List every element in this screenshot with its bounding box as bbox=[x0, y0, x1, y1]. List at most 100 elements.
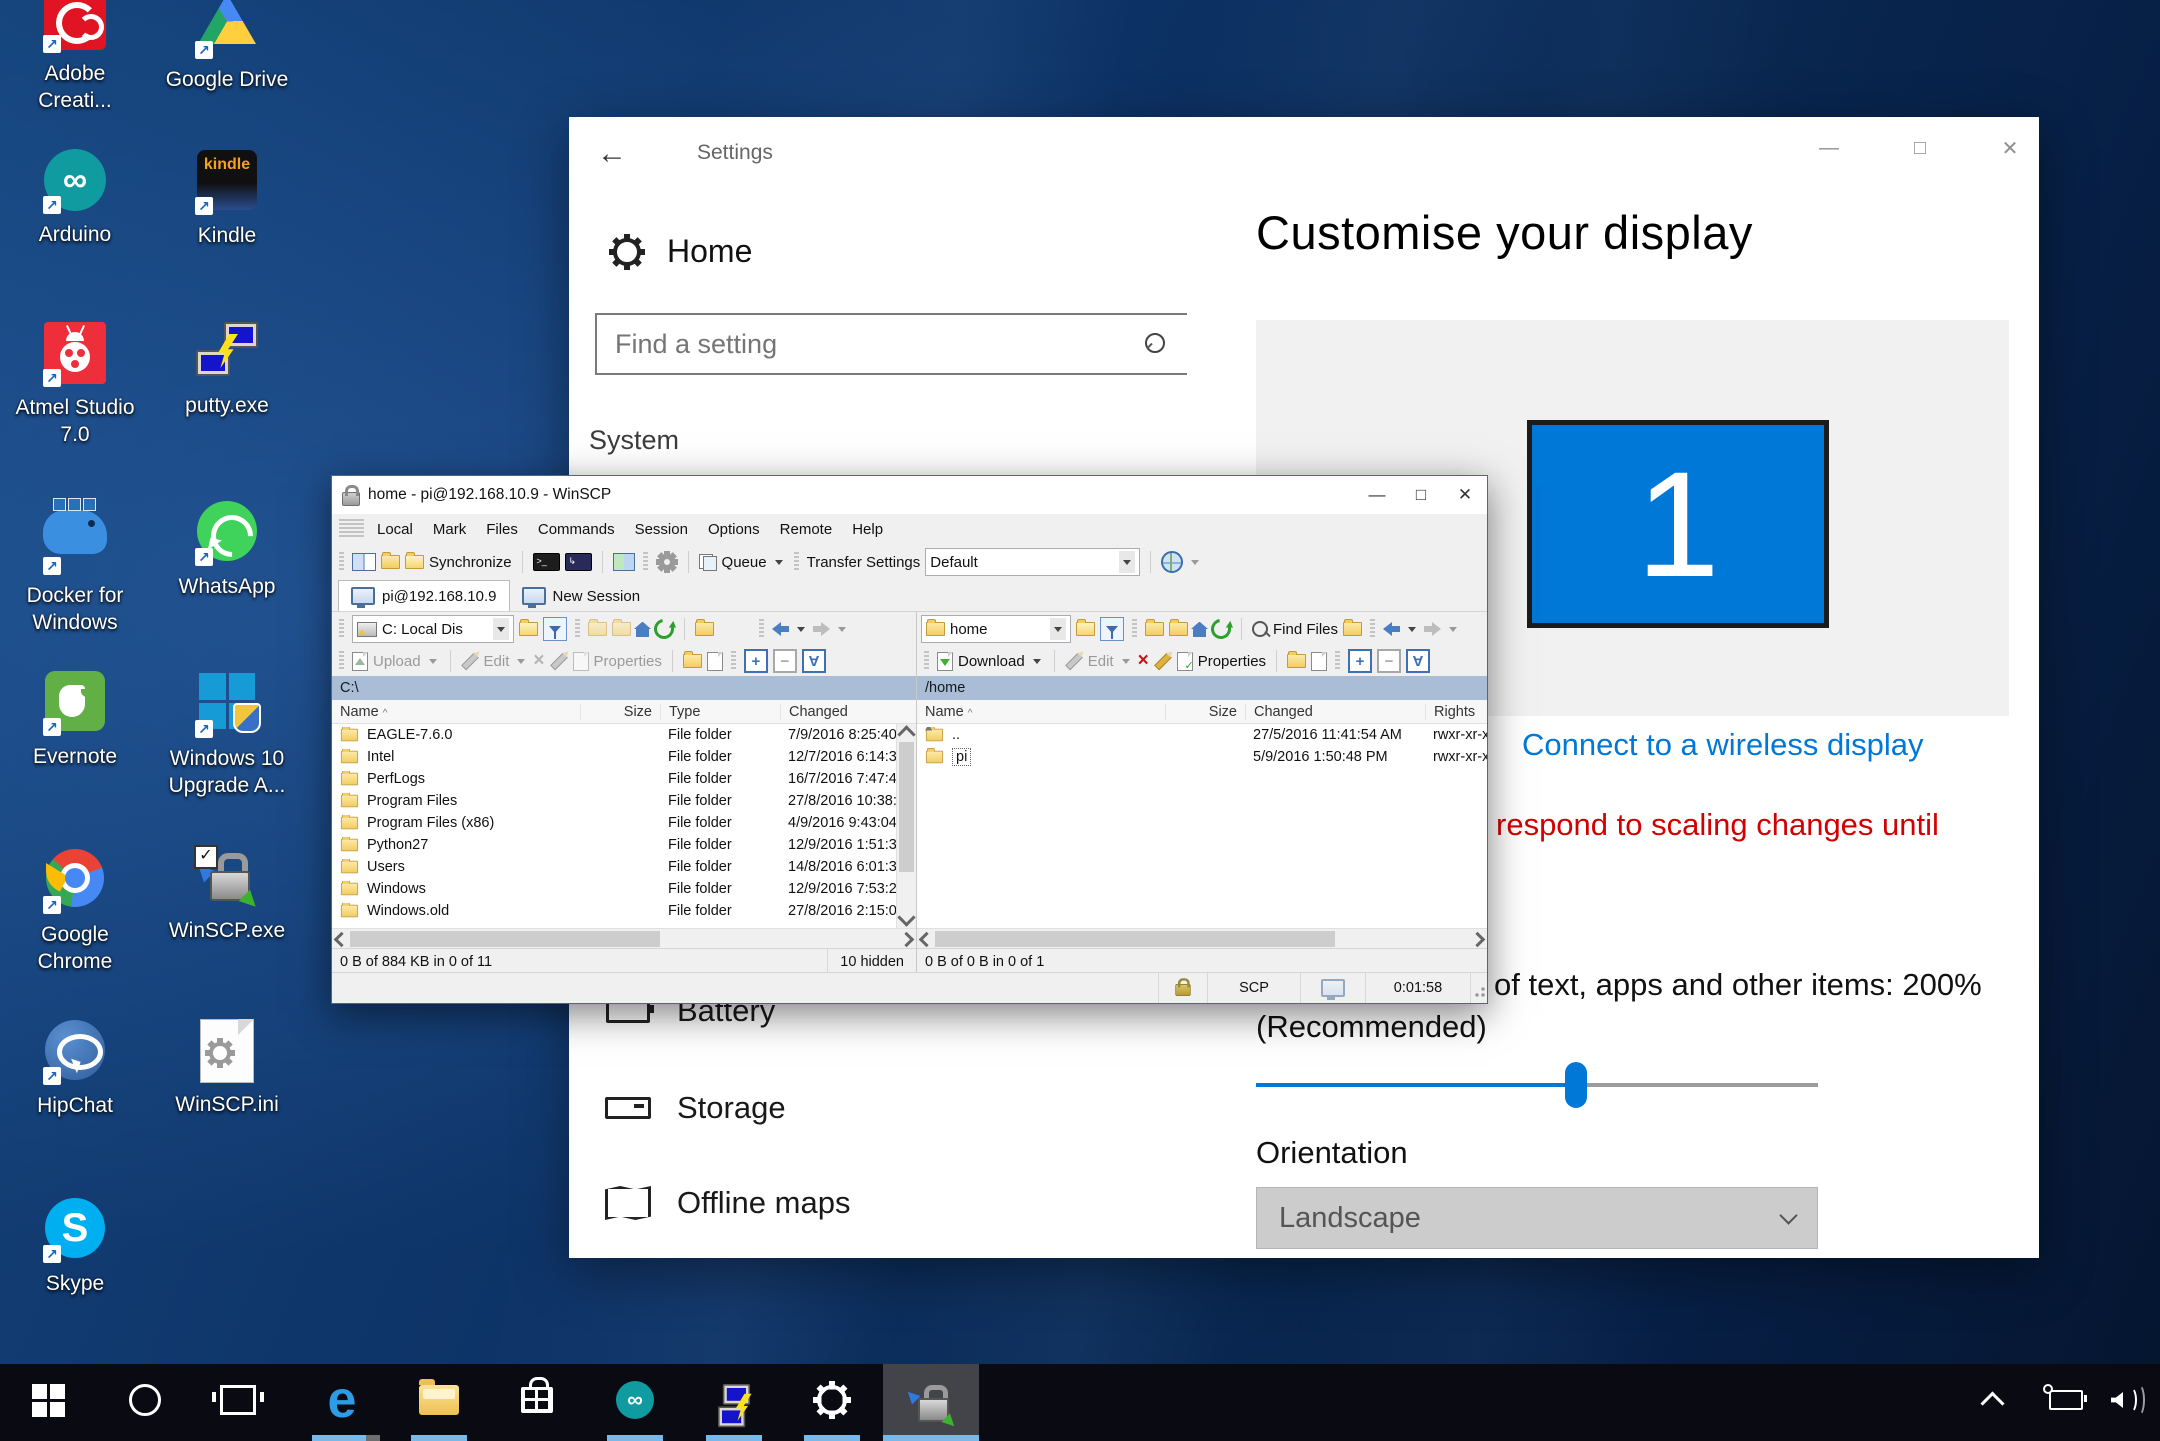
menu-commands[interactable]: Commands bbox=[528, 521, 625, 538]
tray-show-hidden-icons[interactable] bbox=[1957, 1364, 2027, 1436]
settings-home[interactable]: Home bbox=[609, 233, 752, 270]
column-changed[interactable]: Changed bbox=[1245, 704, 1425, 720]
column-size[interactable]: Size bbox=[1165, 704, 1245, 720]
synchronize-button[interactable]: Synchronize bbox=[429, 554, 512, 571]
layout-icon[interactable] bbox=[352, 553, 376, 571]
tray-volume[interactable] bbox=[2098, 1364, 2158, 1436]
back-history-caret[interactable] bbox=[797, 627, 805, 632]
tree-icon[interactable] bbox=[695, 622, 714, 636]
taskbar-putty[interactable] bbox=[686, 1364, 782, 1436]
taskbar-edge[interactable]: e bbox=[294, 1364, 390, 1436]
remote-dir-combo[interactable]: home bbox=[921, 615, 1071, 643]
desktop-icon-adobe-creative-cloud[interactable]: AdobeCreati... bbox=[0, 0, 150, 114]
desktop-icon-windows10-upgrade[interactable]: Windows 10Upgrade A... bbox=[152, 668, 302, 799]
select-minus-icon[interactable]: − bbox=[773, 649, 797, 673]
column-rights[interactable]: Rights bbox=[1425, 704, 1487, 720]
open-folder-icon[interactable] bbox=[1076, 622, 1095, 636]
edit-button[interactable]: Edit bbox=[484, 653, 510, 670]
filter-icon[interactable] bbox=[543, 617, 567, 641]
tray-battery[interactable] bbox=[2030, 1364, 2102, 1436]
session-tab-active[interactable]: pi@192.168.10.9 bbox=[338, 580, 510, 611]
new-session-tab[interactable]: New Session bbox=[510, 581, 653, 611]
taskbar-winscp-active[interactable] bbox=[883, 1364, 979, 1441]
preferences-gear-icon[interactable] bbox=[656, 551, 678, 573]
properties-button[interactable]: Properties bbox=[594, 653, 662, 670]
file-row[interactable]: UsersFile folder14/8/2016 6:01:3 bbox=[332, 856, 916, 878]
select-minus-icon[interactable]: − bbox=[1377, 649, 1401, 673]
select-plus-icon[interactable]: + bbox=[744, 649, 768, 673]
file-row[interactable]: Windows.oldFile folder27/8/2016 2:15:0 bbox=[332, 900, 916, 922]
console-lightning-icon[interactable]: ↳ bbox=[565, 553, 592, 571]
upload-button[interactable]: Upload bbox=[373, 653, 421, 670]
monitor-1[interactable]: 1 bbox=[1527, 420, 1829, 628]
scaling-slider[interactable] bbox=[1256, 1083, 1818, 1087]
desktop-icon-evernote[interactable]: Evernote bbox=[0, 668, 150, 770]
close-button[interactable]: ✕ bbox=[1443, 480, 1487, 510]
menu-files[interactable]: Files bbox=[476, 521, 528, 538]
desktop-icon-skype[interactable]: S Skype bbox=[0, 1195, 150, 1297]
horizontal-scrollbar[interactable] bbox=[332, 928, 916, 949]
desktop-icon-winscp-ini[interactable]: WinSCP.ini bbox=[152, 1017, 302, 1118]
parent-dir-icon[interactable] bbox=[1145, 622, 1164, 636]
sidebar-item-storage[interactable]: Storage bbox=[605, 1090, 786, 1126]
file-row[interactable]: EAGLE-7.6.0File folder7/9/2016 8:25:40 bbox=[332, 724, 916, 746]
refresh-icon[interactable] bbox=[1207, 615, 1235, 643]
globe-dropdown-caret[interactable] bbox=[1191, 560, 1199, 565]
orientation-dropdown[interactable]: Landscape bbox=[1256, 1187, 1818, 1249]
forward-icon[interactable] bbox=[813, 622, 830, 636]
menu-remote[interactable]: Remote bbox=[770, 521, 843, 538]
properties-button[interactable]: Properties bbox=[1198, 653, 1266, 670]
file-row[interactable]: Python27File folder12/9/2016 1:51:3 bbox=[332, 834, 916, 856]
delete-icon[interactable]: × bbox=[533, 650, 544, 672]
start-button[interactable] bbox=[0, 1364, 96, 1436]
back-icon[interactable] bbox=[772, 622, 789, 636]
vertical-scrollbar[interactable] bbox=[896, 724, 916, 928]
column-size[interactable]: Size bbox=[580, 704, 660, 720]
resize-grip[interactable] bbox=[1470, 973, 1487, 1003]
copy-icon[interactable] bbox=[707, 652, 723, 671]
local-path-bar[interactable]: C:\ bbox=[332, 676, 916, 700]
copy-icon[interactable] bbox=[1311, 652, 1327, 671]
forward-icon[interactable] bbox=[1424, 622, 1441, 636]
local-drive-combo[interactable]: C: Local Dis bbox=[352, 615, 514, 643]
menu-session[interactable]: Session bbox=[625, 521, 698, 538]
column-type[interactable]: Type bbox=[660, 704, 780, 720]
parent-dir-icon[interactable] bbox=[588, 622, 607, 636]
desktop-icon-atmel-studio[interactable]: Atmel Studio7.0 bbox=[0, 320, 150, 448]
maximize-button[interactable]: □ bbox=[1399, 480, 1443, 510]
filter-icon[interactable] bbox=[1100, 617, 1124, 641]
desktop-icon-docker[interactable]: Docker forWindows bbox=[0, 498, 150, 636]
menu-mark[interactable]: Mark bbox=[423, 521, 476, 538]
file-row-selected[interactable]: pi 5/9/2016 1:50:48 PM rwxr-xr-x bbox=[917, 746, 1487, 768]
minimize-button[interactable]: ― bbox=[1355, 480, 1399, 510]
home-dir-icon[interactable] bbox=[636, 629, 649, 637]
taskbar-store[interactable] bbox=[489, 1364, 585, 1436]
desktop-icon-winscp-exe[interactable]: ✓ WinSCP.exe bbox=[152, 845, 302, 944]
taskbar-file-explorer[interactable] bbox=[391, 1364, 487, 1436]
desktop-icon-arduino[interactable]: ∞ Arduino bbox=[0, 147, 150, 248]
column-changed[interactable]: Changed bbox=[780, 704, 916, 720]
find-files-button[interactable]: Find Files bbox=[1273, 621, 1338, 638]
connect-wireless-display-link[interactable]: Connect to a wireless display bbox=[1522, 727, 1923, 763]
download-button[interactable]: Download bbox=[958, 653, 1025, 670]
remote-path-bar[interactable]: /home bbox=[917, 676, 1487, 700]
back-history-caret[interactable] bbox=[1408, 627, 1416, 632]
file-row[interactable]: IntelFile folder12/7/2016 6:14:3 bbox=[332, 746, 916, 768]
file-row[interactable]: PerfLogsFile folder16/7/2016 7:47:4 bbox=[332, 768, 916, 790]
new-folder-icon[interactable] bbox=[1287, 654, 1306, 668]
file-row[interactable]: Program Files (x86)File folder4/9/2016 9… bbox=[332, 812, 916, 834]
search-icon[interactable] bbox=[1145, 333, 1165, 353]
menu-help[interactable]: Help bbox=[842, 521, 893, 538]
back-button[interactable]: ← bbox=[597, 137, 627, 171]
open-folder-icon[interactable] bbox=[519, 622, 538, 636]
swap-panels-icon[interactable] bbox=[613, 553, 635, 571]
root-dir-icon[interactable] bbox=[1169, 622, 1188, 636]
cortana-button[interactable] bbox=[97, 1364, 193, 1436]
sync-red-folder-icon[interactable] bbox=[381, 555, 400, 569]
desktop-icon-putty[interactable]: putty.exe bbox=[152, 320, 302, 419]
select-filter-icon[interactable]: A bbox=[1406, 649, 1430, 673]
sidebar-item-offline-maps[interactable]: Offline maps bbox=[605, 1185, 850, 1221]
desktop-icon-hipchat[interactable]: HipChat bbox=[0, 1017, 150, 1119]
minimize-button[interactable]: ― bbox=[1812, 133, 1846, 163]
select-plus-icon[interactable]: + bbox=[1348, 649, 1372, 673]
